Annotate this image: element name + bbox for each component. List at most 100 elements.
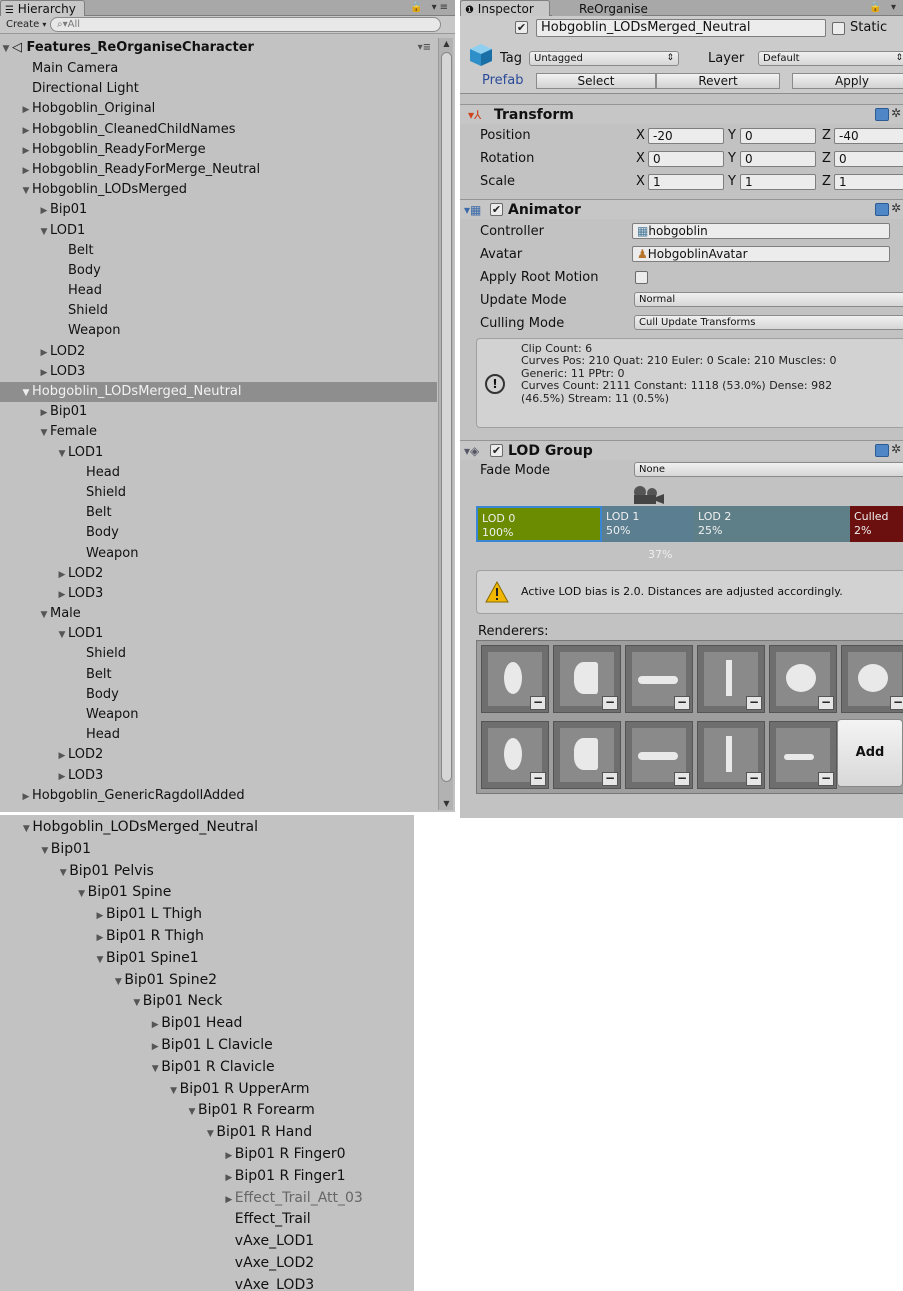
- gear-icon[interactable]: ✲: [891, 106, 901, 120]
- hierarchy-row[interactable]: ▶ Hobgoblin_ReadyForMerge: [0, 140, 437, 160]
- hierarchy-row[interactable]: Body: [0, 685, 437, 705]
- hierarchy-row[interactable]: Head: [0, 463, 437, 483]
- transform-z-field[interactable]: 0: [834, 151, 903, 167]
- hierarchy-row[interactable]: Shield: [0, 301, 437, 321]
- hierarchy-row[interactable]: ▶ LOD2: [0, 745, 437, 765]
- hierarchy-row[interactable]: Weapon: [0, 705, 437, 725]
- bone-row[interactable]: ▼ Bip01 R Forearm: [0, 1100, 414, 1122]
- expand-arrow-icon[interactable]: ▶: [20, 100, 32, 120]
- bone-row[interactable]: ▼ Bip01 R UpperArm: [0, 1079, 414, 1101]
- gear-icon[interactable]: ✲: [891, 442, 901, 456]
- help-book-icon[interactable]: [875, 108, 889, 121]
- hierarchy-row[interactable]: Body: [0, 523, 437, 543]
- bone-row[interactable]: ▶ Bip01 R Finger0: [0, 1144, 414, 1166]
- remove-renderer-button[interactable]: −: [746, 772, 762, 786]
- bone-row[interactable]: Effect_Trail: [0, 1209, 414, 1231]
- transform-y-field[interactable]: 1: [740, 174, 816, 190]
- bone-row[interactable]: ▼ Hobgoblin_LODsMerged_Neutral: [0, 817, 414, 839]
- expand-arrow-icon[interactable]: ▶: [56, 585, 68, 605]
- expand-arrow-icon[interactable]: ▶: [38, 403, 50, 423]
- collapse-arrow-icon[interactable]: ▼: [186, 1102, 198, 1124]
- hierarchy-row[interactable]: ▼ Hobgoblin_LODsMerged_Neutral: [0, 382, 437, 403]
- hierarchy-row[interactable]: Belt: [0, 503, 437, 523]
- remove-renderer-button[interactable]: −: [530, 696, 546, 710]
- collapse-arrow-icon[interactable]: ▼: [38, 605, 50, 625]
- bone-row[interactable]: ▼ Bip01 Neck: [0, 991, 414, 1013]
- hierarchy-row[interactable]: ▶ LOD2: [0, 564, 437, 584]
- lod-segment-0[interactable]: LOD 0 100%: [476, 506, 602, 542]
- hierarchy-row[interactable]: Body: [0, 261, 437, 281]
- static-checkbox[interactable]: [832, 22, 845, 35]
- prefab-revert-button[interactable]: Revert: [656, 73, 780, 89]
- remove-renderer-button[interactable]: −: [890, 696, 903, 710]
- transform-x-field[interactable]: 1: [648, 174, 724, 190]
- bone-row[interactable]: ▶ Bip01 L Thigh: [0, 904, 414, 926]
- bone-row[interactable]: ▼ Bip01 Spine2: [0, 970, 414, 992]
- expand-arrow-icon[interactable]: ▶: [38, 363, 50, 383]
- help-book-icon[interactable]: [875, 203, 889, 216]
- expand-arrow-icon[interactable]: ▶: [38, 201, 50, 221]
- hierarchy-row[interactable]: Shield: [0, 644, 437, 664]
- update-mode-dropdown[interactable]: Normal: [634, 292, 903, 307]
- lod-segment-2[interactable]: LOD 2 25%: [694, 506, 850, 542]
- collapse-arrow-icon[interactable]: ▼: [112, 972, 124, 994]
- culling-mode-dropdown[interactable]: Cull Update Transforms: [634, 315, 903, 330]
- active-checkbox[interactable]: ✔: [515, 21, 528, 34]
- hierarchy-row[interactable]: Belt: [0, 665, 437, 685]
- collapse-arrow-icon[interactable]: ▼: [20, 383, 32, 403]
- transform-x-field[interactable]: -20: [648, 128, 724, 144]
- tab-hierarchy[interactable]: ☰ Hierarchy: [0, 0, 85, 16]
- expand-arrow-icon[interactable]: ▶: [94, 906, 106, 928]
- avatar-field[interactable]: ♟HobgoblinAvatar: [632, 246, 890, 262]
- renderer-thumbnail[interactable]: −: [841, 645, 903, 713]
- collapse-arrow-icon[interactable]: ▼: [38, 222, 50, 242]
- hierarchy-row[interactable]: ▼ LOD1: [0, 443, 437, 463]
- hierarchy-row[interactable]: ▶ LOD3: [0, 766, 437, 786]
- layer-dropdown[interactable]: Default ⇕: [758, 51, 903, 66]
- hierarchy-row[interactable]: Head: [0, 725, 437, 745]
- transform-header[interactable]: ▾⅄ Transform ✲: [460, 104, 903, 124]
- fade-mode-dropdown[interactable]: None: [634, 462, 903, 477]
- renderer-thumbnail[interactable]: −: [769, 721, 837, 789]
- bone-row[interactable]: ▶ Effect_Trail_Att_03: [0, 1188, 414, 1210]
- bone-row[interactable]: ▼ Bip01 Spine1: [0, 948, 414, 970]
- transform-z-field[interactable]: -40: [834, 128, 903, 144]
- collapse-arrow-icon[interactable]: ▼: [39, 841, 51, 863]
- lod-segment-1[interactable]: LOD 1 50%: [602, 506, 694, 542]
- expand-arrow-icon[interactable]: ▶: [20, 121, 32, 141]
- animator-header[interactable]: ▾▦ ✔ Animator ✲: [460, 199, 903, 219]
- help-book-icon[interactable]: [875, 444, 889, 457]
- hierarchy-row[interactable]: ▼ LOD1: [0, 624, 437, 644]
- bone-row[interactable]: vAxe_LOD2: [0, 1253, 414, 1275]
- transform-y-field[interactable]: 0: [740, 151, 816, 167]
- tab-inspector[interactable]: ❶ Inspector: [460, 0, 550, 16]
- bone-row[interactable]: ▶ Bip01 Head: [0, 1013, 414, 1035]
- gear-icon[interactable]: ✲: [891, 201, 901, 215]
- lodgroup-header[interactable]: ▾◈ ✔ LOD Group ✲: [460, 440, 903, 460]
- bone-row[interactable]: ▼ Bip01 R Clavicle: [0, 1057, 414, 1079]
- animator-enabled-checkbox[interactable]: ✔: [490, 203, 503, 216]
- bone-row[interactable]: ▼ Bip01 Pelvis: [0, 861, 414, 883]
- expand-arrow-icon[interactable]: ▶: [20, 787, 32, 807]
- expand-arrow-icon[interactable]: ▶: [38, 343, 50, 363]
- collapse-arrow-icon[interactable]: ▼: [76, 884, 88, 906]
- bone-row[interactable]: vAxe_LOD3: [0, 1275, 414, 1291]
- bone-row[interactable]: ▶ Bip01 R Thigh: [0, 926, 414, 948]
- hierarchy-row[interactable]: ▶ Hobgoblin_ReadyForMerge_Neutral: [0, 160, 437, 180]
- scroll-up-icon[interactable]: ▲: [439, 38, 454, 50]
- collapse-arrow-icon[interactable]: ▼: [20, 819, 32, 841]
- tag-dropdown[interactable]: Untagged ⇕: [529, 51, 679, 66]
- transform-x-field[interactable]: 0: [648, 151, 724, 167]
- renderer-thumbnail[interactable]: −: [625, 645, 693, 713]
- hierarchy-row[interactable]: ▶ LOD3: [0, 584, 437, 604]
- scroll-down-icon[interactable]: ▼: [439, 798, 454, 810]
- create-button[interactable]: Create ▾: [2, 17, 50, 32]
- expand-arrow-icon[interactable]: ▶: [56, 767, 68, 787]
- expand-arrow-icon[interactable]: ▶: [20, 141, 32, 161]
- renderer-thumbnail[interactable]: −: [553, 721, 621, 789]
- collapse-arrow-icon[interactable]: ▼: [94, 950, 106, 972]
- renderer-thumbnail[interactable]: −: [625, 721, 693, 789]
- tab-reorganise[interactable]: ReOrganise: [552, 0, 648, 16]
- hierarchy-row[interactable]: ▶ Bip01: [0, 200, 437, 220]
- hierarchy-row[interactable]: ▶ Hobgoblin_Original: [0, 99, 437, 119]
